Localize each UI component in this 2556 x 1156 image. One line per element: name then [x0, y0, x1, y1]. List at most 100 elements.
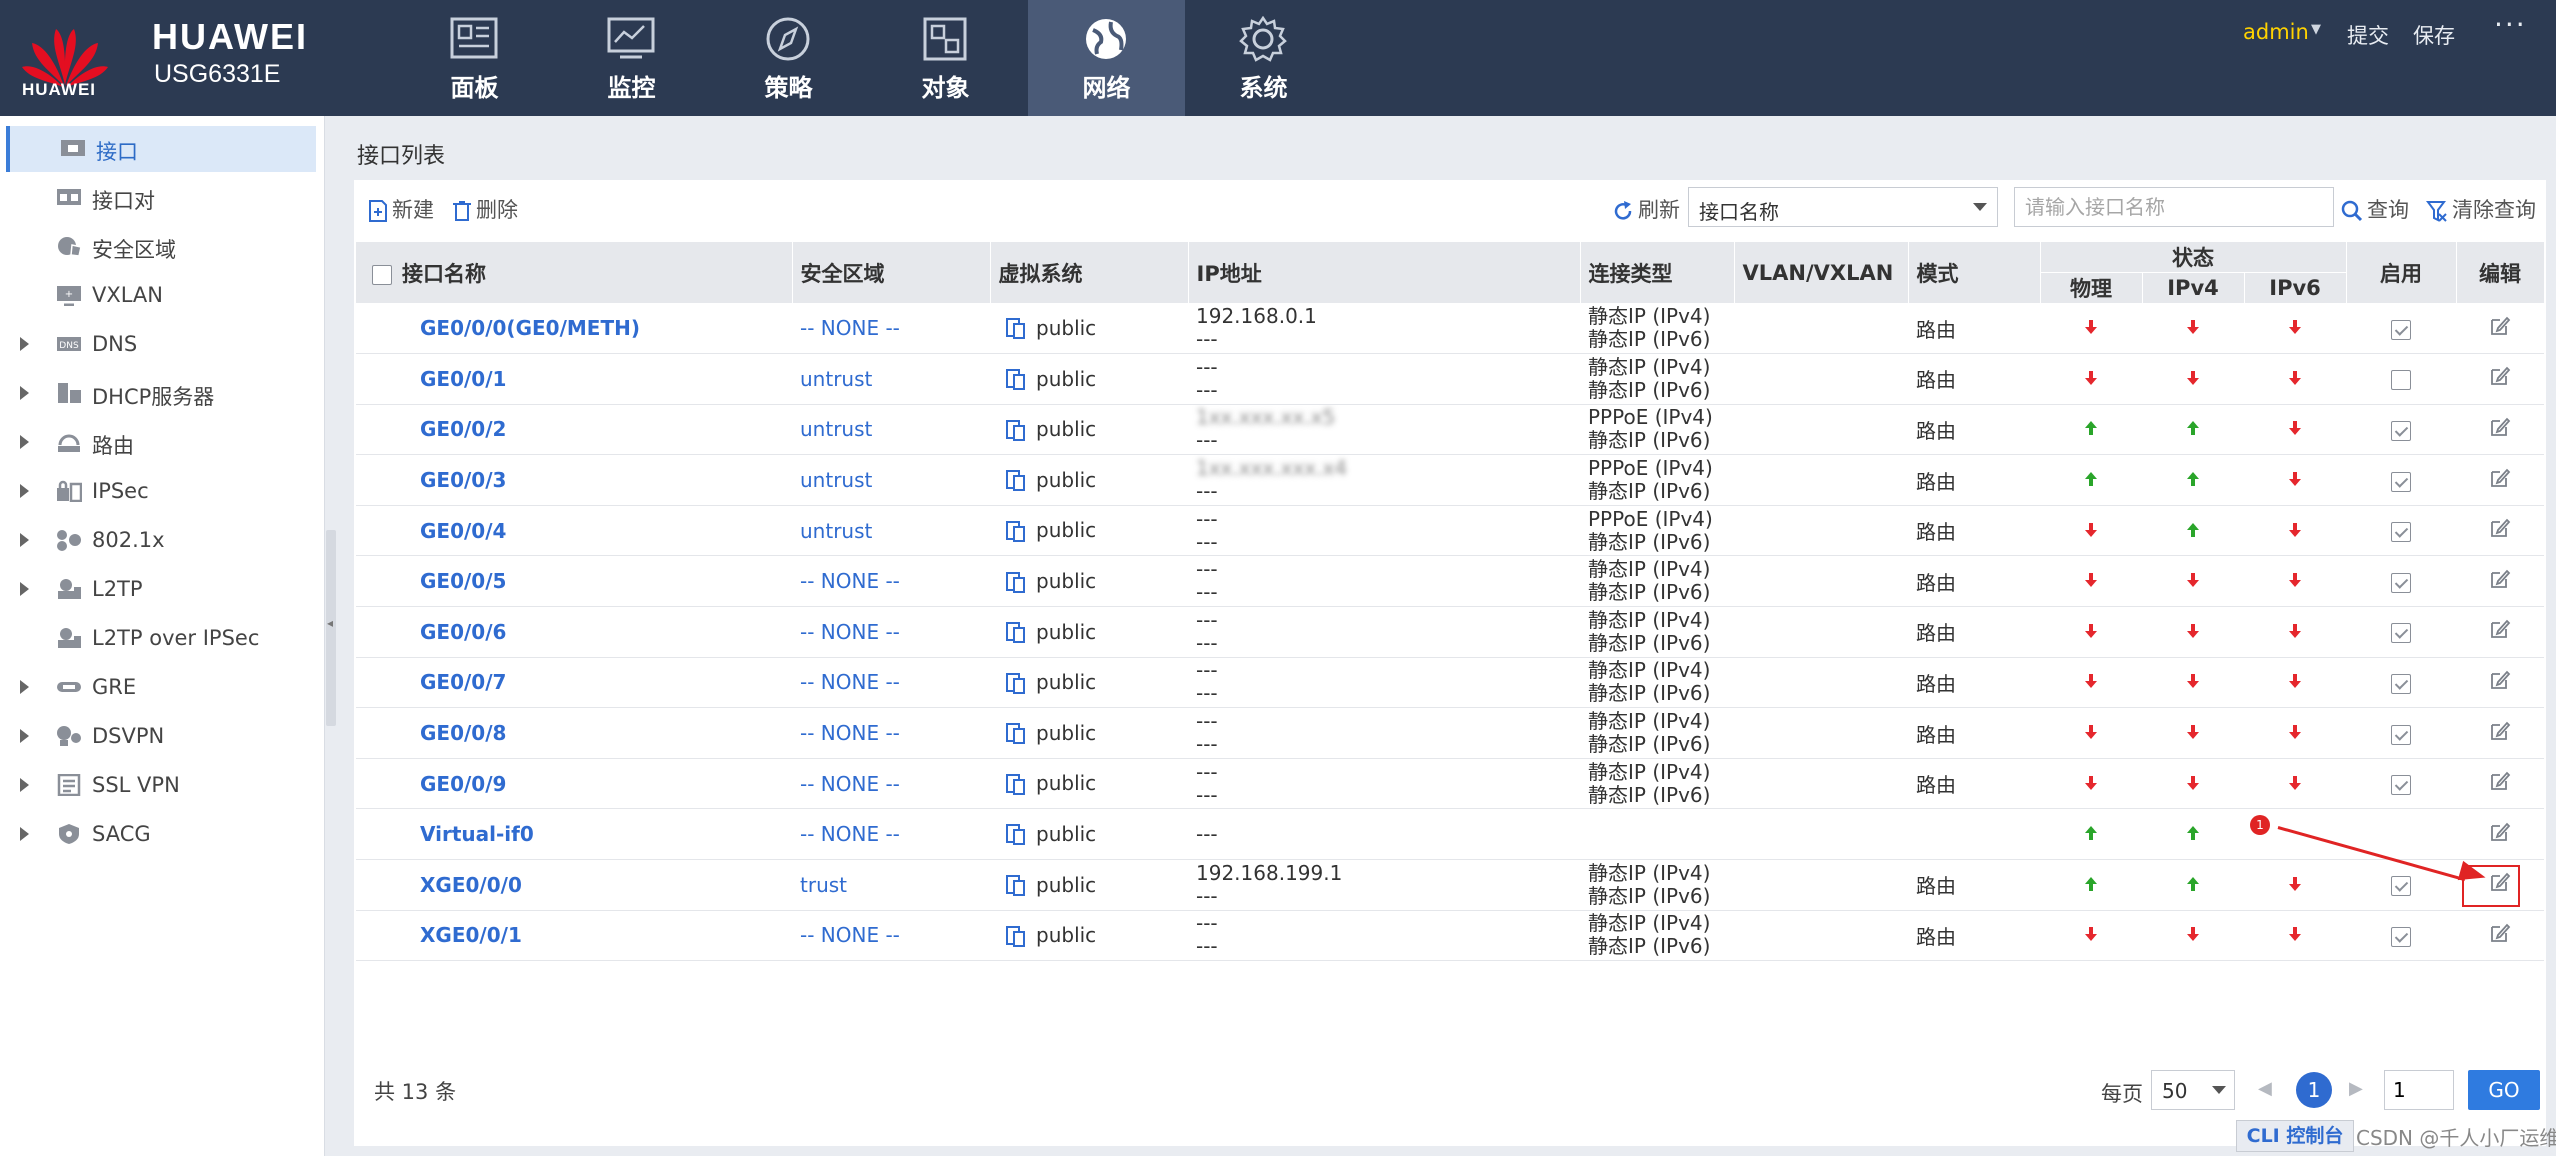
expand-arrow-icon[interactable]	[20, 484, 29, 498]
interface-name-link[interactable]: GE0/0/7	[356, 657, 792, 709]
expand-arrow-icon[interactable]	[20, 729, 29, 743]
edit-icon[interactable]	[2489, 467, 2511, 489]
cli-console-button[interactable]: CLI 控制台	[2236, 1120, 2354, 1152]
nav-tab-monitor[interactable]: 监控	[553, 0, 710, 116]
sidebar-item-l2tp-over-ipsec[interactable]: L2TP over IPSec	[6, 616, 316, 662]
more-menu-icon[interactable]: ···	[2494, 8, 2527, 41]
security-zone-link[interactable]: -- NONE --	[792, 910, 990, 962]
enable-checkbox[interactable]	[2391, 420, 2412, 441]
col-header-name[interactable]: 接口名称	[356, 242, 793, 303]
security-zone-link[interactable]: untrust	[792, 353, 990, 405]
interface-name-link[interactable]: GE0/0/0(GE0/METH)	[356, 303, 792, 355]
enable-checkbox[interactable]	[2391, 775, 2412, 796]
interface-name-link[interactable]: GE0/0/6	[356, 606, 792, 658]
enable-checkbox[interactable]	[2391, 724, 2412, 745]
user-menu[interactable]: admin	[2243, 20, 2309, 44]
next-page-icon[interactable]: ▶	[2349, 1078, 2363, 1099]
delete-button[interactable]: 删除	[452, 194, 518, 224]
page-number-input[interactable]	[2384, 1070, 2454, 1110]
interface-name-link[interactable]: GE0/0/9	[356, 758, 792, 810]
interface-name-link[interactable]: GE0/0/8	[356, 707, 792, 759]
edit-icon[interactable]	[2489, 720, 2511, 742]
security-zone-link[interactable]: -- NONE --	[792, 555, 990, 608]
sidebar-item-gre[interactable]: GRE	[6, 665, 316, 711]
interface-name-link[interactable]: GE0/0/3	[356, 454, 792, 506]
sidebar-item-sacg[interactable]: SACG	[6, 812, 316, 858]
enable-checkbox[interactable]	[2391, 876, 2412, 897]
interface-name-link[interactable]: GE0/0/1	[356, 353, 792, 405]
security-zone-link[interactable]: -- NONE --	[792, 808, 990, 861]
interface-name-link[interactable]: Virtual-if0	[356, 808, 792, 861]
sidebar-item-dns[interactable]: DNS DNS	[6, 322, 316, 368]
nav-tab-dashboard[interactable]: 面板	[396, 0, 553, 116]
nav-tab-policy[interactable]: 策略	[710, 0, 867, 116]
sidebar-item-vxlan[interactable]: + VXLAN	[6, 273, 316, 319]
enable-checkbox[interactable]	[2391, 319, 2412, 340]
enable-checkbox[interactable]	[2391, 926, 2412, 947]
edit-icon[interactable]	[2489, 618, 2511, 640]
refresh-button[interactable]: 刷新	[1612, 194, 1680, 224]
enable-checkbox[interactable]	[2391, 370, 2412, 391]
select-all-checkbox[interactable]	[372, 264, 392, 285]
security-zone-link[interactable]: untrust	[792, 505, 990, 557]
security-zone-link[interactable]: -- NONE --	[792, 758, 990, 810]
sidebar-item-interface[interactable]: 接口	[6, 126, 316, 172]
search-field-select[interactable]: 接口名称	[1688, 187, 1998, 227]
interface-name-link[interactable]: XGE0/0/1	[356, 910, 792, 962]
security-zone-link[interactable]: untrust	[792, 404, 990, 456]
sidebar-item-interface-pair[interactable]: 接口对	[6, 175, 316, 221]
sidebar-collapse-handle[interactable]: ◂	[326, 530, 336, 726]
security-zone-link[interactable]: -- NONE --	[792, 606, 990, 658]
sidebar-item-ssl-vpn[interactable]: SSL VPN	[6, 763, 316, 809]
clear-query-button[interactable]: 清除查询	[2426, 194, 2536, 224]
sidebar-item-l2tp[interactable]: L2TP	[6, 567, 316, 613]
edit-icon[interactable]	[2489, 669, 2511, 691]
expand-arrow-icon[interactable]	[20, 533, 29, 547]
caret-down-icon[interactable]: ▼	[2311, 22, 2321, 37]
enable-checkbox[interactable]	[2391, 522, 2412, 543]
edit-icon[interactable]	[2489, 517, 2511, 539]
enable-checkbox[interactable]	[2391, 623, 2412, 644]
security-zone-link[interactable]: -- NONE --	[792, 707, 990, 759]
nav-tab-network[interactable]: 网络	[1028, 0, 1185, 116]
expand-arrow-icon[interactable]	[20, 435, 29, 449]
edit-icon[interactable]	[2489, 821, 2511, 843]
nav-tab-system[interactable]: 系统	[1185, 0, 1342, 116]
security-zone-link[interactable]: -- NONE --	[792, 303, 990, 355]
per-page-select[interactable]: 50	[2151, 1070, 2235, 1110]
interface-name-link[interactable]: GE0/0/5	[356, 555, 792, 608]
enable-checkbox[interactable]	[2391, 471, 2412, 492]
expand-arrow-icon[interactable]	[20, 582, 29, 596]
security-zone-link[interactable]: trust	[792, 859, 990, 911]
prev-page-icon[interactable]: ◀	[2258, 1078, 2272, 1099]
edit-icon[interactable]	[2489, 922, 2511, 944]
expand-arrow-icon[interactable]	[20, 778, 29, 792]
edit-icon[interactable]	[2489, 315, 2511, 337]
new-button[interactable]: 新建	[368, 194, 434, 224]
expand-arrow-icon[interactable]	[20, 337, 29, 351]
sidebar-item-security-zone[interactable]: 安全区域	[6, 224, 316, 270]
expand-arrow-icon[interactable]	[20, 386, 29, 400]
save-link[interactable]: 保存	[2413, 20, 2455, 50]
current-page-button[interactable]: 1	[2296, 1072, 2332, 1108]
edit-icon[interactable]	[2489, 568, 2511, 590]
security-zone-link[interactable]: -- NONE --	[792, 657, 990, 709]
expand-arrow-icon[interactable]	[20, 680, 29, 694]
enable-checkbox[interactable]	[2391, 572, 2412, 593]
edit-icon[interactable]	[2489, 770, 2511, 792]
enable-checkbox[interactable]	[2391, 673, 2412, 694]
nav-tab-object[interactable]: 对象	[867, 0, 1024, 116]
sidebar-item-dsvpn[interactable]: DSVPN	[6, 714, 316, 760]
search-input[interactable]	[2014, 187, 2334, 227]
interface-name-link[interactable]: GE0/0/2	[356, 404, 792, 456]
interface-name-link[interactable]: XGE0/0/0	[356, 859, 792, 911]
sidebar-item-dhcp-server[interactable]: DHCP服务器	[6, 371, 316, 417]
expand-arrow-icon[interactable]	[20, 827, 29, 841]
commit-link[interactable]: 提交	[2347, 20, 2389, 50]
query-button[interactable]: 查询	[2341, 194, 2409, 224]
sidebar-item-route[interactable]: 路由	[6, 420, 316, 466]
edit-icon[interactable]	[2489, 365, 2511, 387]
interface-name-link[interactable]: GE0/0/4	[356, 505, 792, 557]
sidebar-item-ipsec[interactable]: IPSec	[6, 469, 316, 515]
sidebar-item-dot1x[interactable]: 802.1x	[6, 518, 316, 564]
